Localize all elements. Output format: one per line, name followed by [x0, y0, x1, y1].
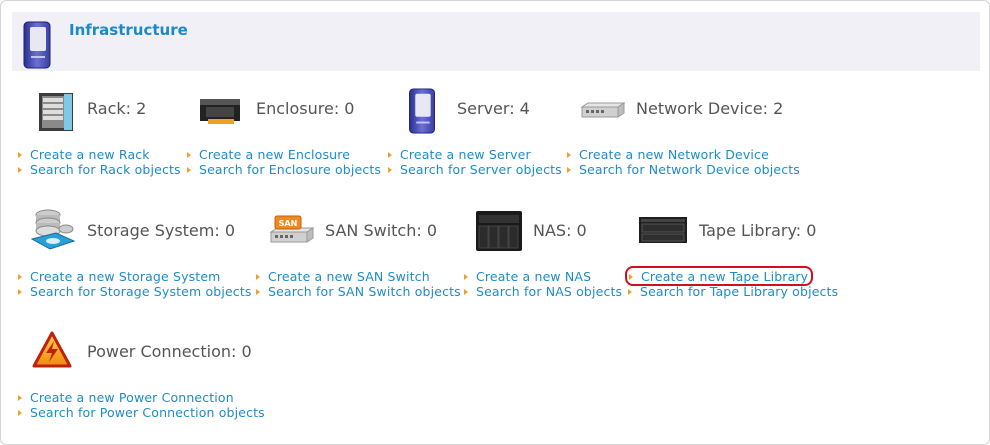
tape-library-label: Tape Library: 0: [699, 221, 817, 240]
create-tape-library-link[interactable]: Create a new Tape Library: [629, 269, 808, 284]
power-connection-label: Power Connection: 0: [87, 342, 252, 361]
search-rack-link[interactable]: Search for Rack objects: [18, 162, 181, 177]
rack-label: Rack: 2: [87, 99, 147, 118]
page-title: Infrastructure: [69, 21, 188, 39]
storage-system-label: Storage System: 0: [87, 221, 236, 240]
network-device-icon: [580, 102, 626, 118]
rack-icon: [39, 93, 73, 131]
server-label: Server: 4: [457, 99, 530, 118]
panel-header: Infrastructure: [12, 12, 980, 71]
server-icon: [409, 88, 435, 134]
create-power-connection-link[interactable]: Create a new Power Connection: [18, 390, 234, 405]
search-enclosure-link[interactable]: Search for Enclosure objects: [187, 162, 381, 177]
search-network-device-link[interactable]: Search for Network Device objects: [567, 162, 800, 177]
create-server-link[interactable]: Create a new Server: [388, 147, 531, 162]
infrastructure-panel: Infrastructure Rack: 2 Create a new Rack…: [0, 0, 990, 445]
enclosure-label: Enclosure: 0: [256, 99, 355, 118]
nas-icon: [476, 211, 522, 251]
san-badge-text: SAN: [279, 219, 298, 228]
create-nas-link[interactable]: Create a new NAS: [464, 269, 591, 284]
network-device-label: Network Device: 2: [636, 99, 784, 118]
search-san-switch-link[interactable]: Search for SAN Switch objects: [256, 284, 461, 299]
san-switch-icon: SAN: [269, 215, 315, 243]
create-network-device-link[interactable]: Create a new Network Device: [567, 147, 769, 162]
storage-system-icon: [30, 209, 76, 250]
enclosure-icon: [200, 99, 240, 124]
create-san-switch-link[interactable]: Create a new SAN Switch: [256, 269, 430, 284]
power-connection-icon: [32, 331, 72, 368]
server-icon: [23, 21, 51, 69]
search-nas-link[interactable]: Search for NAS objects: [464, 284, 622, 299]
create-enclosure-link[interactable]: Create a new Enclosure: [187, 147, 350, 162]
tape-library-icon: [639, 217, 687, 243]
search-server-link[interactable]: Search for Server objects: [388, 162, 562, 177]
search-tape-library-link[interactable]: Search for Tape Library objects: [628, 284, 838, 299]
search-storage-system-link[interactable]: Search for Storage System objects: [18, 284, 252, 299]
create-rack-link[interactable]: Create a new Rack: [18, 147, 150, 162]
san-switch-label: SAN Switch: 0: [325, 221, 438, 240]
nas-label: NAS: 0: [533, 221, 587, 240]
create-storage-system-link[interactable]: Create a new Storage System: [18, 269, 221, 284]
search-power-connection-link[interactable]: Search for Power Connection objects: [18, 405, 265, 420]
